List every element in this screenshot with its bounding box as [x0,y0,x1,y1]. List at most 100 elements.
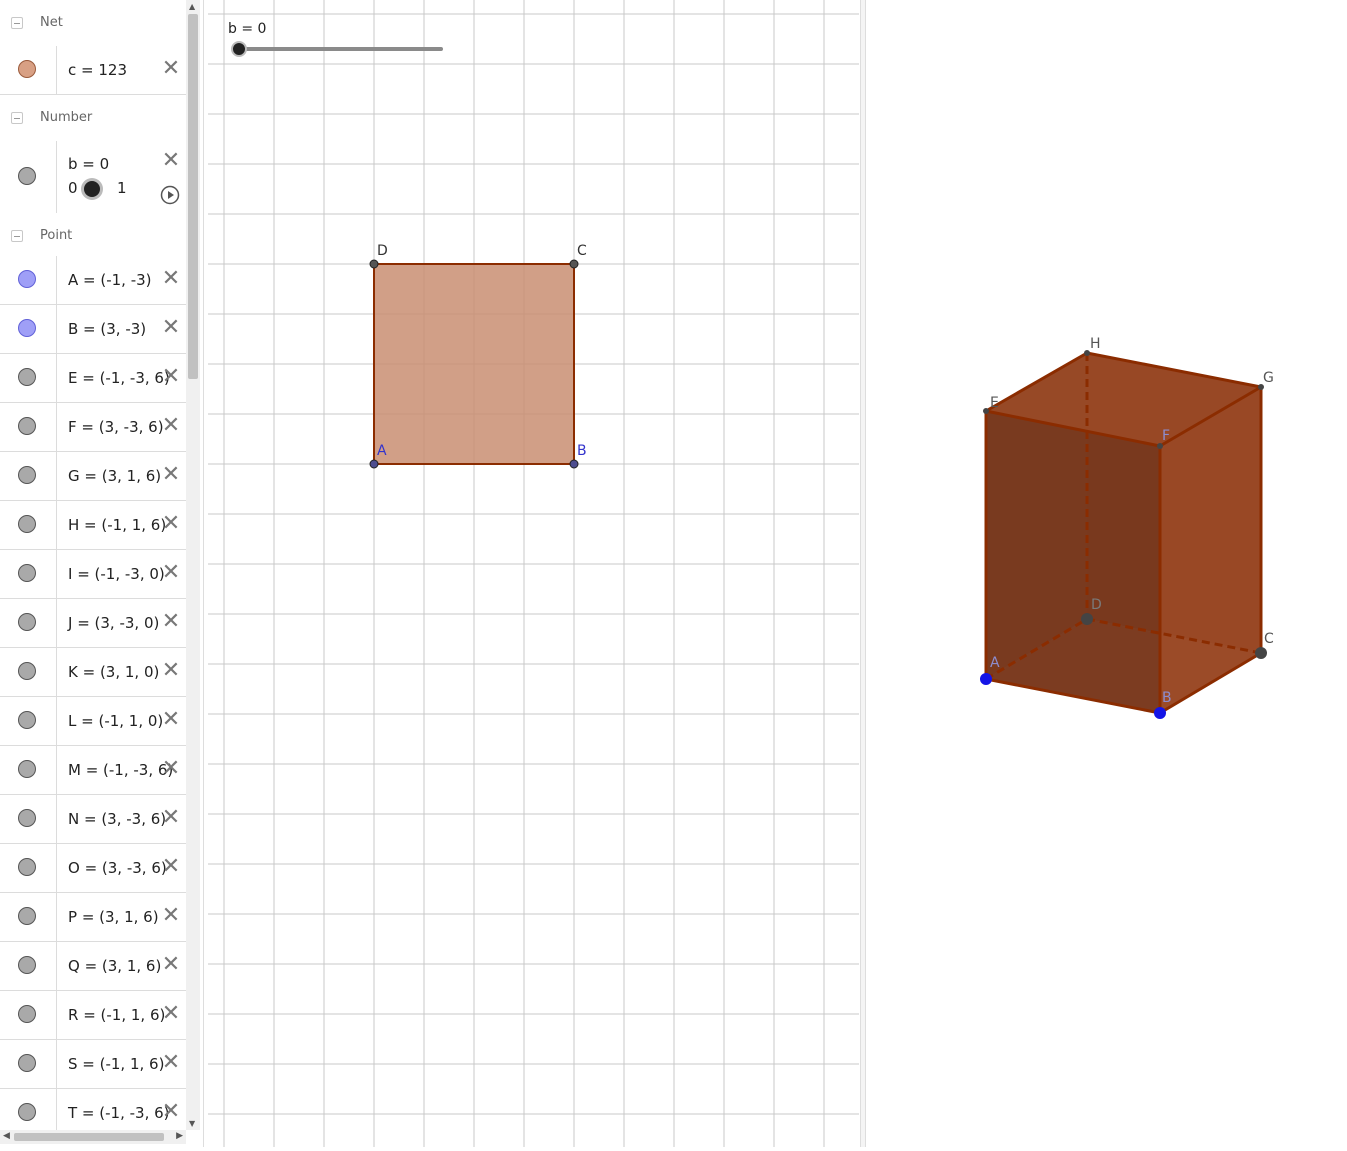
algebra-item-point[interactable]: S = (-1, 1, 6) ✕ [0,1040,186,1089]
vertical-scrollbar[interactable]: ▲ ▼ [186,0,200,1130]
visibility-cell[interactable] [0,1089,57,1130]
visibility-marble-icon[interactable] [18,564,36,582]
algebra-item-point[interactable]: A = (-1, -3) ✕ [0,256,186,305]
visibility-marble-icon[interactable] [18,1005,36,1023]
algebra-expression[interactable]: L = (-1, 1, 0) [68,712,163,730]
algebra-expression[interactable]: F = (3, -3, 6) [68,418,164,436]
visibility-marble-icon[interactable] [18,466,36,484]
visibility-marble-icon[interactable] [18,956,36,974]
net-square[interactable] [373,263,575,465]
visibility-marble-icon[interactable] [18,858,36,876]
visibility-marble-icon[interactable] [18,760,36,778]
play-icon[interactable] [160,185,180,205]
collapse-toggle-icon[interactable] [11,230,23,242]
scroll-right-icon[interactable]: ▶ [176,1131,183,1141]
algebra-expression[interactable]: c = 123 [68,61,127,79]
algebra-item-point[interactable]: H = (-1, 1, 6) ✕ [0,501,186,550]
algebra-item-slider[interactable]: b = 0 0 1 ✕ [0,141,186,214]
scroll-up-icon[interactable]: ▲ [189,2,195,11]
algebra-expression[interactable]: G = (3, 1, 6) [68,467,161,485]
visibility-marble-icon[interactable] [18,907,36,925]
visibility-cell[interactable] [0,501,57,549]
delete-icon[interactable]: ✕ [161,758,181,780]
visibility-marble-icon[interactable] [18,167,36,185]
algebra-expression[interactable]: b = 0 [68,155,109,173]
scroll-down-icon[interactable]: ▼ [189,1119,195,1128]
algebra-item-point[interactable]: K = (3, 1, 0) ✕ [0,648,186,697]
algebra-expression[interactable]: M = (-1, -3, 6) [68,761,173,779]
group-header-point[interactable]: Point [0,213,186,260]
algebra-expression[interactable]: O = (3, -3, 6) [68,859,167,877]
point-D[interactable] [369,259,379,269]
algebra-expression[interactable]: P = (3, 1, 6) [68,908,159,926]
point-E-3d[interactable] [983,408,989,414]
scrollbar-thumb[interactable] [188,14,198,379]
algebra-item-point[interactable]: N = (3, -3, 6) ✕ [0,795,186,844]
algebra-item-point[interactable]: Q = (3, 1, 6) ✕ [0,942,186,991]
delete-icon[interactable]: ✕ [161,709,181,731]
visibility-cell[interactable] [0,256,57,304]
visibility-marble-icon[interactable] [18,368,36,386]
algebra-expression[interactable]: E = (-1, -3, 6) [68,369,170,387]
group-header-number[interactable]: Number [0,95,186,142]
algebra-expression[interactable]: A = (-1, -3) [68,271,152,289]
visibility-marble-icon[interactable] [18,270,36,288]
algebra-expression[interactable]: K = (3, 1, 0) [68,663,159,681]
visibility-cell[interactable] [0,599,57,647]
delete-icon[interactable]: ✕ [161,317,181,339]
delete-icon[interactable]: ✕ [161,611,181,633]
algebra-item-point[interactable]: R = (-1, 1, 6) ✕ [0,991,186,1040]
visibility-marble-icon[interactable] [18,711,36,729]
visibility-cell[interactable] [0,844,57,892]
visibility-marble-icon[interactable] [18,60,36,78]
visibility-cell[interactable] [0,141,57,213]
point-B-3d[interactable] [1154,707,1166,719]
graphics-3d-view[interactable]: A B C D E F G H [866,0,1347,1147]
visibility-marble-icon[interactable] [18,662,36,680]
algebra-item-net[interactable]: c = 123 ✕ [0,46,186,95]
visibility-cell[interactable] [0,795,57,843]
visibility-marble-icon[interactable] [18,417,36,435]
delete-icon[interactable]: ✕ [161,513,181,535]
scrollbar-thumb[interactable] [14,1133,164,1141]
algebra-item-point[interactable]: P = (3, 1, 6) ✕ [0,893,186,942]
visibility-cell[interactable] [0,991,57,1039]
delete-icon[interactable]: ✕ [161,562,181,584]
visibility-cell[interactable] [0,46,57,94]
visibility-cell[interactable] [0,648,57,696]
algebra-item-point[interactable]: E = (-1, -3, 6) ✕ [0,354,186,403]
algebra-item-point[interactable]: F = (3, -3, 6) ✕ [0,403,186,452]
visibility-cell[interactable] [0,550,57,598]
delete-icon[interactable]: ✕ [161,464,181,486]
scroll-left-icon[interactable]: ◀ [3,1131,10,1141]
visibility-marble-icon[interactable] [18,1054,36,1072]
algebra-expression[interactable]: T = (-1, -3, 6) [68,1104,170,1122]
delete-icon[interactable]: ✕ [161,268,181,290]
delete-icon[interactable]: ✕ [161,954,181,976]
algebra-item-point[interactable]: G = (3, 1, 6) ✕ [0,452,186,501]
algebra-expression[interactable]: Q = (3, 1, 6) [68,957,161,975]
visibility-cell[interactable] [0,942,57,990]
delete-icon[interactable]: ✕ [161,150,181,172]
delete-icon[interactable]: ✕ [161,660,181,682]
point-B[interactable] [569,459,579,469]
delete-icon[interactable]: ✕ [161,1003,181,1025]
point-C-3d[interactable] [1255,647,1267,659]
delete-icon[interactable]: ✕ [161,366,181,388]
delete-icon[interactable]: ✕ [161,905,181,927]
visibility-marble-icon[interactable] [18,319,36,337]
visibility-marble-icon[interactable] [18,515,36,533]
algebra-expression[interactable]: S = (-1, 1, 6) [68,1055,164,1073]
visibility-marble-icon[interactable] [18,1103,36,1121]
group-header-net[interactable]: Net [0,0,186,47]
algebra-item-point[interactable]: O = (3, -3, 6) ✕ [0,844,186,893]
point-D-3d[interactable] [1081,613,1093,625]
visibility-cell[interactable] [0,746,57,794]
delete-icon[interactable]: ✕ [161,807,181,829]
algebra-expression[interactable]: I = (-1, -3, 0) [68,565,165,583]
algebra-item-point[interactable]: B = (3, -3) ✕ [0,305,186,354]
collapse-toggle-icon[interactable] [11,112,23,124]
visibility-cell[interactable] [0,893,57,941]
delete-icon[interactable]: ✕ [161,58,181,80]
visibility-marble-icon[interactable] [18,613,36,631]
